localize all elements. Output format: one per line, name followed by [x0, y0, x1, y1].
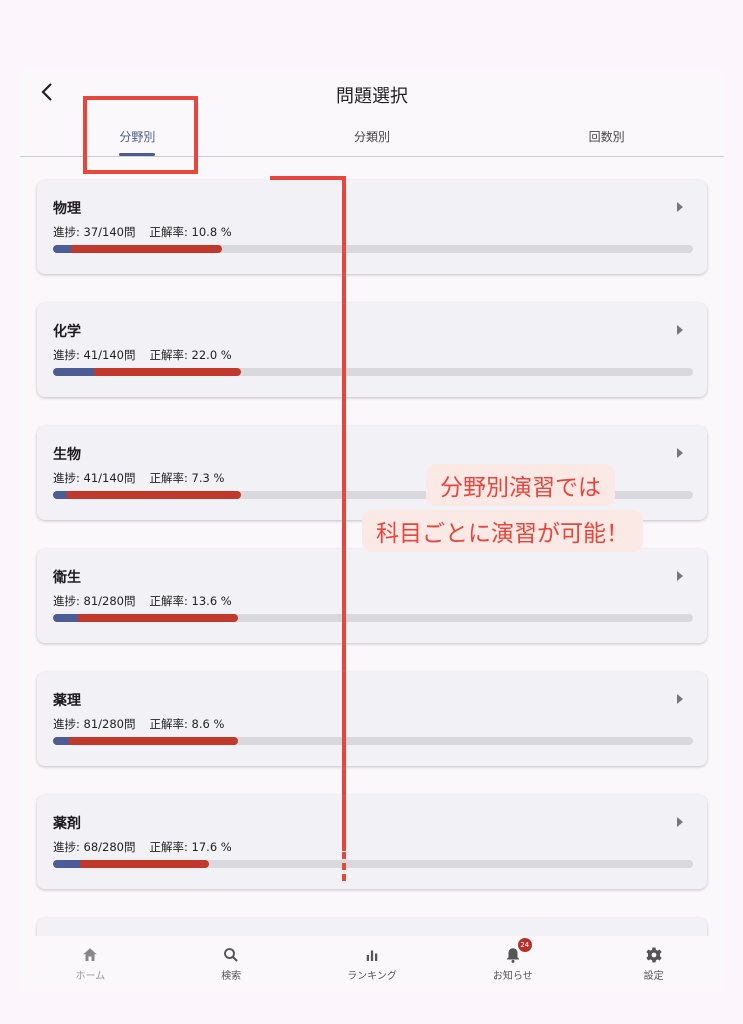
arrow-right-icon — [677, 571, 683, 581]
arrow-right-icon — [677, 448, 683, 458]
progress-text: 進捗: 41/140問 — [53, 471, 136, 485]
tab-by-category[interactable]: 分類別 — [255, 124, 490, 156]
subject-card-pharmacology[interactable]: 薬理 進捗: 81/280問 正解率: 8.6 % — [37, 672, 707, 766]
notification-badge: 24 — [517, 938, 532, 952]
nav-home[interactable]: ホーム — [20, 936, 161, 990]
subject-name: 薬理 — [53, 693, 81, 709]
accuracy-text: 正解率: 22.0 % — [149, 348, 232, 362]
nav-search[interactable]: 検索 — [161, 936, 302, 990]
accuracy-text: 正解率: 17.6 % — [149, 840, 232, 854]
subject-stats: 進捗: 41/140問 正解率: 22.0 % — [53, 347, 232, 363]
annotation-callout-line2: 科目ごとに演習が可能！ — [362, 510, 643, 552]
progress-bar — [53, 860, 693, 868]
annotation-line — [342, 852, 346, 859]
subject-card-physics[interactable]: 物理 進捗: 37/140問 正解率: 10.8 % — [37, 180, 707, 274]
progress-text: 進捗: 81/280問 — [53, 717, 136, 731]
gear-icon — [645, 947, 662, 963]
tab-highlight-box — [83, 96, 198, 174]
progress-text: 進捗: 37/140問 — [53, 225, 136, 239]
subject-name: 薬剤 — [53, 816, 81, 832]
annotation-callout-line1: 分野別演習では — [426, 464, 615, 506]
progress-fill — [53, 614, 238, 622]
progress-bar — [53, 245, 693, 253]
progress-bar — [53, 368, 693, 376]
correct-fill — [53, 491, 67, 499]
progress-fill — [53, 491, 241, 499]
progress-fill — [53, 245, 222, 253]
correct-fill — [53, 368, 95, 376]
progress-bar — [53, 737, 693, 745]
accuracy-text: 正解率: 8.6 % — [149, 717, 225, 731]
arrow-right-icon — [677, 325, 683, 335]
annotation-line — [342, 176, 346, 851]
annotation-line — [342, 874, 346, 881]
bar-chart-icon — [366, 950, 378, 961]
subject-stats: 進捗: 37/140問 正解率: 10.8 % — [53, 224, 232, 240]
nav-label: ランキング — [347, 971, 397, 982]
subject-list: 物理 進捗: 37/140問 正解率: 10.8 % 化学 進捗: 41/140問… — [37, 180, 707, 987]
correct-fill — [53, 245, 72, 253]
nav-label: 設定 — [643, 971, 664, 982]
annotation-line — [270, 176, 346, 180]
subject-stats: 進捗: 68/280問 正解率: 17.6 % — [53, 839, 232, 855]
arrow-right-icon — [677, 202, 683, 212]
nav-ranking[interactable]: ランキング — [302, 936, 443, 990]
nav-label: お知らせ — [492, 971, 533, 982]
arrow-right-icon — [677, 817, 683, 827]
subject-card-hygiene[interactable]: 衛生 進捗: 81/280問 正解率: 13.6 % — [37, 549, 707, 643]
subject-card-chemistry[interactable]: 化学 進捗: 41/140問 正解率: 22.0 % — [37, 303, 707, 397]
progress-text: 進捗: 68/280問 — [53, 840, 136, 854]
annotation-line — [342, 863, 346, 870]
tab-by-exam-round[interactable]: 回数別 — [489, 124, 724, 156]
subject-name: 生物 — [53, 447, 81, 463]
subject-stats: 進捗: 41/140問 正解率: 7.3 % — [53, 470, 224, 486]
subject-name: 化学 — [53, 324, 81, 340]
correct-fill — [53, 860, 81, 868]
subject-stats: 進捗: 81/280問 正解率: 13.6 % — [53, 593, 232, 609]
subject-card-pharmaceutics[interactable]: 薬剤 進捗: 68/280問 正解率: 17.6 % — [37, 795, 707, 889]
correct-fill — [53, 614, 79, 622]
progress-text: 進捗: 41/140問 — [53, 348, 136, 362]
nav-label: 検索 — [221, 971, 242, 982]
nav-label: ホーム — [75, 971, 106, 982]
progress-bar — [53, 614, 693, 622]
accuracy-text: 正解率: 10.8 % — [149, 225, 232, 239]
correct-fill — [53, 737, 69, 745]
arrow-right-icon — [677, 694, 683, 704]
accuracy-text: 正解率: 13.6 % — [149, 594, 232, 608]
nav-settings[interactable]: 設定 — [583, 936, 724, 990]
bottom-nav: ホーム 検索 ランキング 24 お知らせ 設定 — [20, 936, 724, 990]
search-icon — [224, 948, 238, 962]
accuracy-text: 正解率: 7.3 % — [149, 471, 225, 485]
home-icon — [83, 948, 98, 961]
progress-text: 進捗: 81/280問 — [53, 594, 136, 608]
subject-stats: 進捗: 81/280問 正解率: 8.6 % — [53, 716, 224, 732]
subject-name: 物理 — [53, 201, 81, 217]
subject-name: 衛生 — [53, 570, 81, 586]
progress-fill — [53, 737, 238, 745]
nav-notifications[interactable]: 24 お知らせ — [442, 936, 583, 990]
